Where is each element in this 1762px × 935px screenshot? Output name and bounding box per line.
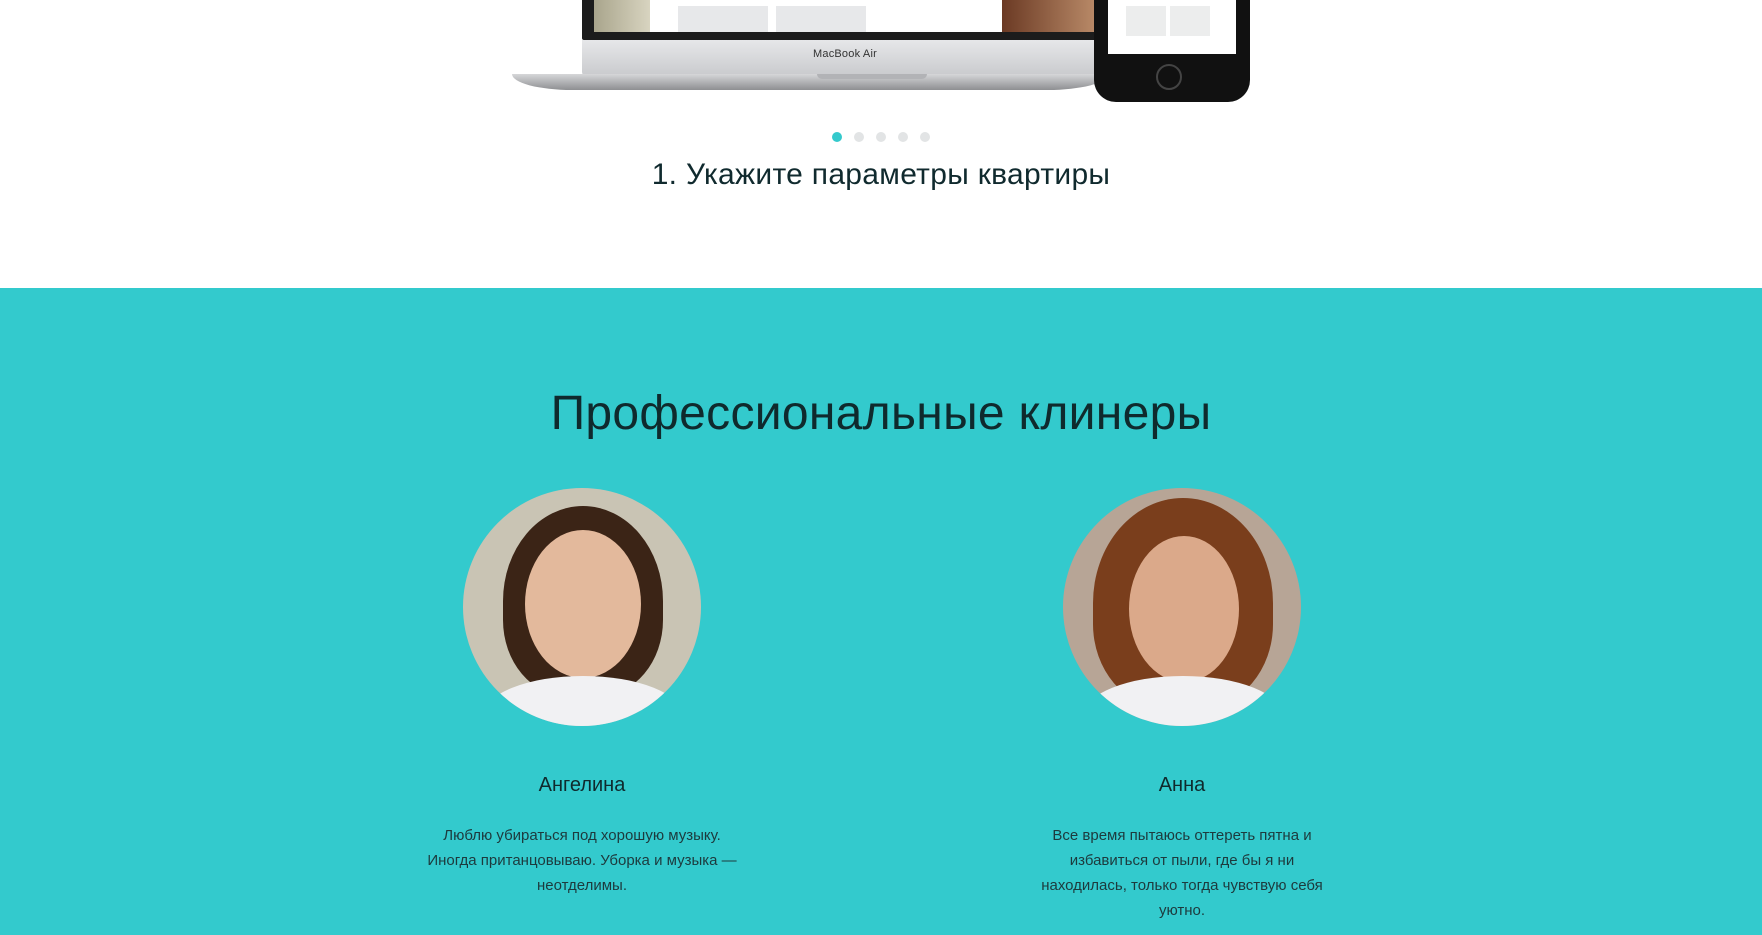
slider-dot-1[interactable]: [832, 132, 842, 142]
window-icon: [776, 6, 866, 32]
slider-dot-3[interactable]: [876, 132, 886, 142]
slider-dot-2[interactable]: [854, 132, 864, 142]
iron-icon: [1126, 6, 1166, 36]
cleaner-card: Ангелина Люблю убираться под хорошую муз…: [412, 488, 752, 898]
cleaner-quote: Все время пытаюсь оттереть пятна и избав…: [1041, 827, 1323, 919]
laptop-mockup-image: MacBook Air: [512, 0, 1108, 100]
avatar: [463, 488, 701, 726]
laptop-brand-label: MacBook Air: [813, 48, 877, 60]
window-icon: [1170, 6, 1210, 36]
slider-pagination: [0, 132, 1762, 142]
phone-screen: [1108, 0, 1236, 54]
cleaner-card: Анна Все время пытаюсь оттереть пятна и …: [1012, 488, 1352, 923]
cleaner-name: Ангелина: [538, 774, 626, 796]
avatar: [1063, 488, 1301, 726]
cleaner-name: Анна: [1158, 774, 1206, 796]
iron-icon: [678, 6, 768, 32]
slide-caption: 1. Укажите параметры квартиры: [651, 158, 1111, 191]
home-button-icon: [1156, 64, 1182, 90]
team-section: Профессиональные клинеры Ангелина Люблю …: [0, 288, 1762, 935]
section-title: Профессиональные клинеры: [550, 387, 1212, 440]
how-it-works-slider: MacBook Air 1. Укажите параметры квартир…: [0, 0, 1762, 288]
phone-mockup-image: [1094, 0, 1250, 102]
laptop-screen: [582, 0, 1108, 40]
slider-dot-4[interactable]: [898, 132, 908, 142]
cleaner-quote: Люблю убираться под хорошую музыку. Иног…: [427, 827, 737, 894]
slider-dot-5[interactable]: [920, 132, 930, 142]
